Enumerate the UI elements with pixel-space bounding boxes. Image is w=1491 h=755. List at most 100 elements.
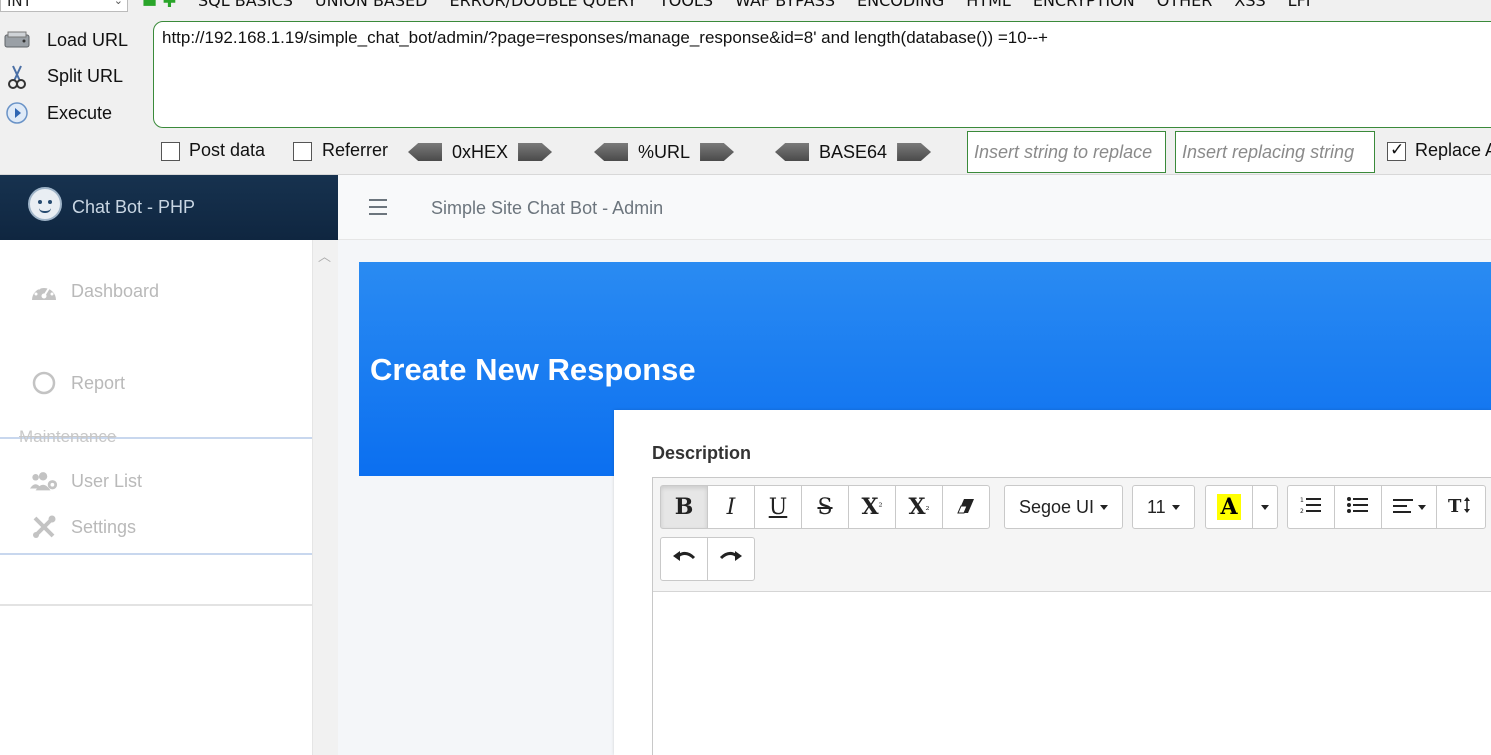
- base64-encoder: BASE64: [775, 140, 932, 164]
- decode-arrow-icon[interactable]: [594, 143, 628, 161]
- caret-icon: ▾: [835, 0, 840, 2]
- undo-icon: [672, 547, 696, 572]
- sidebar-item-label: Dashboard: [71, 280, 160, 301]
- decode-arrow-icon[interactable]: [775, 143, 809, 161]
- menu-union-based[interactable]: UNION BASED▾: [315, 0, 433, 10]
- circle-icon: [30, 369, 58, 397]
- load-url-icon: [4, 28, 30, 52]
- caret-icon: ▾: [713, 0, 718, 2]
- editor-content-area[interactable]: [653, 592, 1491, 755]
- replacing-string-input[interactable]: Insert replacing string: [1175, 131, 1375, 173]
- rendering-artifact-line: [0, 553, 312, 555]
- sidebar-item-dashboard[interactable]: Dashboard: [30, 277, 159, 305]
- subscript-mark-icon: ₂: [925, 501, 930, 513]
- font-size-dropdown[interactable]: 11: [1132, 485, 1195, 529]
- sidebar-brand[interactable]: Chat Bot - PHP: [0, 175, 338, 240]
- menu-xss[interactable]: XSS▾: [1234, 0, 1270, 10]
- superscript-button[interactable]: X²: [848, 485, 896, 529]
- injection-type-select[interactable]: INT ⌄: [0, 0, 128, 12]
- page-title: Create New Response: [370, 352, 696, 387]
- caret-icon: ▾: [1266, 0, 1271, 2]
- unordered-list-icon: [1347, 495, 1369, 520]
- sidebar-item-label: Report: [71, 372, 126, 393]
- eraser-icon: [957, 495, 975, 520]
- font-family-dropdown[interactable]: Segoe UI: [1004, 485, 1124, 529]
- caret-icon: ▾: [1311, 0, 1316, 2]
- sidebar-item-report[interactable]: Report: [30, 369, 125, 397]
- replace-all-checkbox[interactable]: [1387, 140, 1406, 161]
- clear-format-button[interactable]: [942, 485, 990, 529]
- menu-lfi[interactable]: LFI▾: [1288, 0, 1316, 10]
- menu-other[interactable]: OTHER▾: [1157, 0, 1218, 10]
- sidebar-item-label: User List: [71, 470, 143, 491]
- gauge-icon: [30, 277, 58, 305]
- scroll-up-icon[interactable]: ︿: [318, 246, 331, 265]
- hex-encoder: 0xHEX: [408, 140, 553, 164]
- subscript-button[interactable]: X₂: [895, 485, 943, 529]
- navbar-title: Simple Site Chat Bot - Admin: [431, 198, 664, 218]
- font-family-group: Segoe UI: [1004, 485, 1124, 529]
- hamburger-menu-icon[interactable]: [369, 199, 387, 215]
- sidebar-item-user-list[interactable]: User List: [30, 467, 142, 495]
- decode-arrow-icon[interactable]: [408, 143, 442, 161]
- caret-icon: ▾: [293, 0, 298, 2]
- redo-button[interactable]: [707, 537, 755, 581]
- play-icon: [4, 101, 30, 125]
- sidebar-section-header: Maintenance: [19, 427, 117, 446]
- menu-encoding[interactable]: ENCODING▾: [857, 0, 949, 10]
- color-group: A: [1205, 485, 1278, 529]
- caret-icon: ▾: [944, 0, 949, 2]
- top-navbar: Simple Site Chat Bot - Admin: [338, 175, 1491, 240]
- chevron-down-icon: ⌄: [113, 0, 123, 7]
- menu-html[interactable]: HTML▾: [966, 0, 1016, 10]
- users-cog-icon: [30, 467, 58, 495]
- undo-button[interactable]: [660, 537, 708, 581]
- unordered-list-button[interactable]: [1334, 485, 1382, 529]
- menu-error-double-query[interactable]: ERROR/DOUBLE QUERY▾: [450, 0, 642, 10]
- history-group: [660, 537, 755, 581]
- menu-encryption[interactable]: ENCRYPTION▾: [1033, 0, 1140, 10]
- bold-button[interactable]: B: [660, 485, 708, 529]
- svg-text:1: 1: [1300, 497, 1304, 504]
- menu-sql-basics[interactable]: SQL BASICS▾: [198, 0, 298, 10]
- hackbar-actions: Load URL Split URL Execute: [0, 22, 150, 132]
- highlight-color-button[interactable]: A: [1205, 485, 1253, 529]
- referrer-checkbox[interactable]: [293, 142, 312, 161]
- align-dropdown-button[interactable]: [1381, 485, 1437, 529]
- sidebar-gutter: [313, 240, 338, 755]
- load-url-button[interactable]: Load URL: [0, 22, 150, 59]
- menu-tools[interactable]: TOOLS▾: [659, 0, 718, 10]
- description-label: Description: [652, 443, 752, 463]
- sidebar-item-settings[interactable]: Settings: [30, 513, 136, 541]
- encode-arrow-icon[interactable]: [700, 143, 735, 161]
- response-form-card: Description B I U S X ² X ₂ Segoe UI 11 …: [614, 410, 1491, 755]
- underline-button[interactable]: U: [754, 485, 802, 529]
- encode-arrow-icon[interactable]: [518, 143, 553, 161]
- url-label: %URL: [638, 141, 691, 162]
- url-encoder: %URL: [594, 140, 735, 164]
- font-size-group: 11: [1132, 485, 1195, 529]
- svg-text:2: 2: [1300, 508, 1304, 514]
- sidebar-divider-vertical: [312, 240, 313, 755]
- split-url-button[interactable]: Split URL: [0, 59, 150, 96]
- menu-waf-bypass[interactable]: WAF BYPASS▾: [735, 0, 840, 10]
- paragraph-group: 12 T: [1287, 485, 1486, 529]
- plus-minus-icon[interactable]: ▬ ✚: [142, 0, 176, 11]
- caret-down-icon: [1100, 504, 1109, 510]
- url-input[interactable]: http://192.168.1.19/simple_chat_bot/admi…: [153, 21, 1491, 128]
- superscript-mark-icon: ²: [878, 501, 883, 513]
- color-dropdown-button[interactable]: [1252, 485, 1278, 529]
- post-data-checkbox[interactable]: [161, 142, 180, 161]
- execute-button[interactable]: Execute: [0, 95, 150, 132]
- italic-button[interactable]: I: [707, 485, 755, 529]
- replace-string-input[interactable]: Insert string to replace: [967, 131, 1166, 173]
- align-left-icon: [1392, 495, 1413, 520]
- text-height-icon: T: [1448, 495, 1474, 520]
- redo-icon: [719, 547, 743, 572]
- rich-text-editor: B I U S X² X₂ Segoe UI 11 A 1 2 T: [652, 477, 1491, 755]
- strikethrough-button[interactable]: S: [801, 485, 849, 529]
- ordered-list-button[interactable]: 12: [1287, 485, 1335, 529]
- line-height-dropdown-button[interactable]: T: [1436, 485, 1486, 529]
- sidebar-item-label: Settings: [71, 516, 137, 537]
- encode-arrow-icon[interactable]: [897, 143, 932, 161]
